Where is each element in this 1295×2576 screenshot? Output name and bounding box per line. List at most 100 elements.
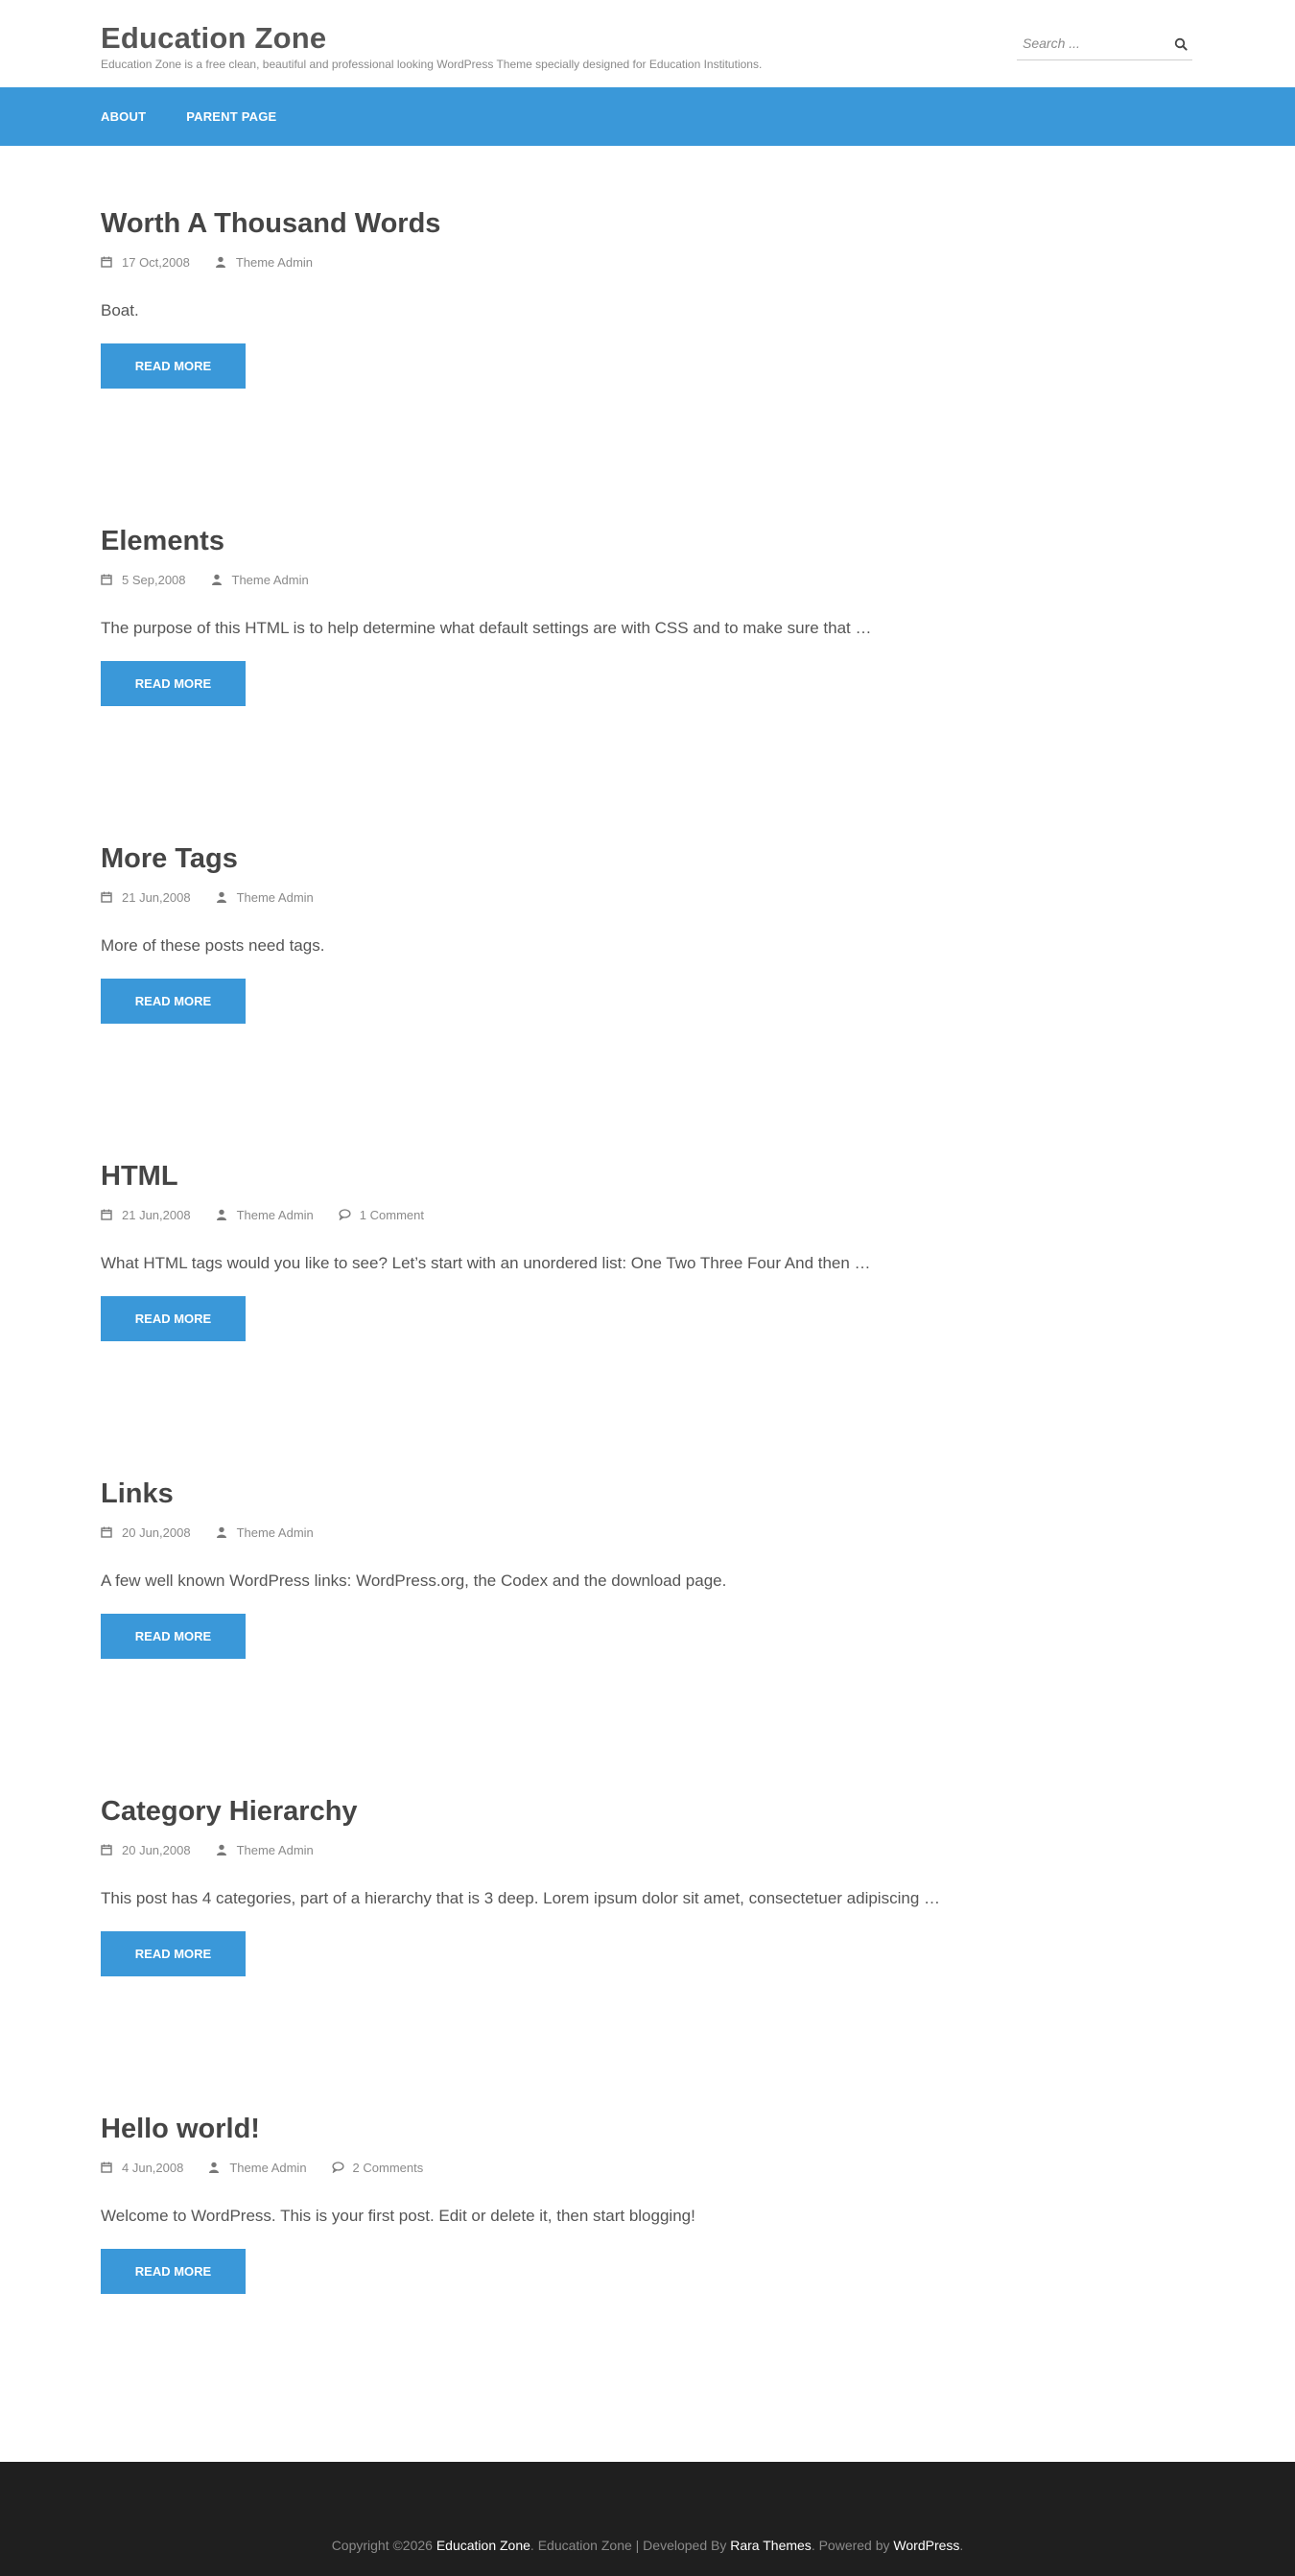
footer-wordpress-link[interactable]: WordPress [893,2538,959,2553]
post-comments-text: 1 Comment [359,1207,424,1222]
post-article: Category Hierarchy 20 Jun,2008 Theme Admin… [101,1794,1194,1976]
main-navigation: About Parent Page [0,87,1295,146]
footer-powered-text: . Powered by [811,2538,894,2553]
read-more-button[interactable]: Read More [101,979,246,1024]
post-meta: 20 Jun,2008 Theme Admin [101,1524,1194,1541]
post-title[interactable]: Elements [101,524,1194,558]
post-date[interactable]: 20 Jun,2008 [101,1843,191,1857]
nav-menu: About Parent Page [101,87,317,146]
post-author-text: Theme Admin [229,2160,307,2175]
search-input[interactable] [1017,29,1161,58]
post-title[interactable]: HTML [101,1159,1194,1193]
post-date-text: 21 Jun,2008 [122,889,191,905]
read-more-button[interactable]: Read More [101,2249,246,2294]
post-article: HTML 21 Jun,2008 Theme Admin 1 Comment What … [101,1159,1194,1341]
post-excerpt: More of these posts need tags. [101,936,325,955]
calendar-icon [101,891,112,903]
search-icon [1174,37,1188,51]
post-date-text: 20 Jun,2008 [122,1842,191,1857]
post-date-text: 21 Jun,2008 [122,1207,191,1222]
post-excerpt: This post has 4 categories, part of a hi… [101,1889,940,1907]
post-date[interactable]: 5 Sep,2008 [101,573,186,587]
post-date[interactable]: 21 Jun,2008 [101,1208,191,1222]
user-icon [216,891,227,903]
nav-item-about[interactable]: About [101,87,146,146]
search-form [1017,29,1192,60]
post-title[interactable]: More Tags [101,841,1194,876]
footer-site-link[interactable]: Education Zone [436,2538,530,2553]
post-date-text: 20 Jun,2008 [122,1524,191,1540]
post-article: Hello world! 4 Jun,2008 Theme Admin 2 Comme… [101,2112,1194,2294]
user-icon [208,2162,220,2173]
post-author-text: Theme Admin [231,572,309,587]
user-icon [215,256,226,268]
post-author-text: Theme Admin [236,889,314,905]
post-excerpt: The purpose of this HTML is to help dete… [101,619,872,637]
post-author[interactable]: Theme Admin [216,1208,314,1222]
post-article: Links 20 Jun,2008 Theme Admin A few well kn… [101,1477,1194,1659]
user-icon [216,1844,227,1855]
post-meta: 4 Jun,2008 Theme Admin 2 Comments [101,2159,1194,2176]
footer-developer-link[interactable]: Rara Themes [730,2538,812,2553]
post-date-text: 4 Jun,2008 [122,2160,184,2175]
post-article: More Tags 21 Jun,2008 Theme Admin More of t… [101,841,1194,1024]
post-title[interactable]: Worth A Thousand Words [101,206,1194,241]
search-button[interactable] [1169,34,1192,57]
user-icon [211,574,223,585]
site-footer: Copyright ©2026 Education Zone. Educatio… [0,2462,1295,2576]
post-meta: 21 Jun,2008 Theme Admin [101,888,1194,906]
comment-icon [331,2162,344,2174]
read-more-button[interactable]: Read More [101,1296,246,1341]
post-author-text: Theme Admin [236,1524,314,1540]
post-date[interactable]: 20 Jun,2008 [101,1525,191,1540]
site-header: Education Zone Education Zone is a free … [0,0,1295,87]
calendar-icon [101,574,112,585]
user-icon [216,1209,227,1220]
footer-copyright: Copyright ©2026 Education Zone. Educatio… [0,2536,1295,2555]
site-title[interactable]: Education Zone [101,21,762,56]
footer-end-text: . [959,2538,964,2553]
post-author[interactable]: Theme Admin [211,573,309,587]
user-icon [216,1526,227,1538]
read-more-button[interactable]: Read More [101,661,246,706]
post-title[interactable]: Links [101,1477,1194,1511]
post-author[interactable]: Theme Admin [208,2160,307,2175]
post-meta: 17 Oct,2008 Theme Admin [101,253,1194,271]
post-excerpt: What HTML tags would you like to see? Le… [101,1254,871,1272]
calendar-icon [101,1526,112,1538]
post-author[interactable]: Theme Admin [215,255,313,270]
footer-middle-text: . Education Zone | Developed By [530,2538,731,2553]
post-comments-text: 2 Comments [352,2160,424,2175]
post-title[interactable]: Category Hierarchy [101,1794,1194,1829]
nav-item-parent-page[interactable]: Parent Page [186,87,276,146]
site-description: Education Zone is a free clean, beautifu… [101,58,763,71]
post-excerpt: A few well known WordPress links: WordPr… [101,1572,727,1590]
read-more-button[interactable]: Read More [101,343,246,389]
post-article: Worth A Thousand Words 17 Oct,2008 Theme A… [101,206,1194,389]
post-date[interactable]: 21 Jun,2008 [101,890,191,905]
site-branding: Education Zone Education Zone is a free … [101,21,762,72]
post-date-text: 5 Sep,2008 [122,572,186,587]
post-excerpt: Welcome to WordPress. This is your first… [101,2207,695,2225]
post-author-text: Theme Admin [236,1207,314,1222]
post-title[interactable]: Hello world! [101,2112,1194,2146]
post-author[interactable]: Theme Admin [216,1843,314,1857]
post-meta: 20 Jun,2008 Theme Admin [101,1841,1194,1858]
post-meta: 21 Jun,2008 Theme Admin 1 Comment [101,1206,1194,1223]
calendar-icon [101,1844,112,1855]
post-excerpt: Boat. [101,301,139,319]
post-author-text: Theme Admin [236,1842,314,1857]
read-more-button[interactable]: Read More [101,1931,246,1976]
copyright-prefix: Copyright ©2026 [331,2538,436,2553]
post-comments[interactable]: 1 Comment [339,1208,424,1222]
read-more-button[interactable]: Read More [101,1614,246,1659]
post-comments[interactable]: 2 Comments [331,2160,424,2175]
post-date[interactable]: 17 Oct,2008 [101,255,190,270]
calendar-icon [101,1209,112,1220]
calendar-icon [101,256,112,268]
post-date-text: 17 Oct,2008 [122,254,190,270]
post-meta: 5 Sep,2008 Theme Admin [101,571,1194,588]
post-author[interactable]: Theme Admin [216,890,314,905]
post-author[interactable]: Theme Admin [216,1525,314,1540]
post-date[interactable]: 4 Jun,2008 [101,2161,183,2175]
